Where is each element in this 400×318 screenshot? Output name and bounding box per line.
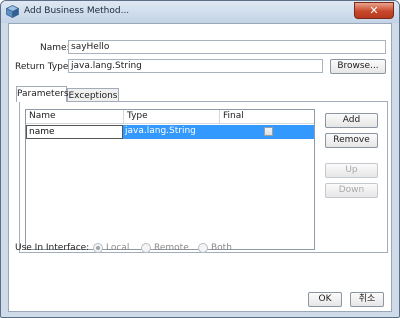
down-button[interactable]: Down [325, 183, 378, 198]
app-icon [6, 5, 19, 18]
dialog-body: Name: sayHello Return Type: java.lang.St… [8, 23, 392, 312]
remove-button[interactable]: Remove [325, 133, 378, 148]
tab-parameters[interactable]: Parameters [16, 86, 69, 102]
close-button[interactable]: ✕ [354, 2, 394, 19]
table-row[interactable]: name java.lang.String [26, 125, 314, 139]
name-label: Name: [40, 43, 70, 53]
up-button[interactable]: Up [325, 163, 378, 178]
column-header-name[interactable]: Name [26, 110, 124, 124]
column-header-type[interactable]: Type [124, 110, 220, 124]
title-bar[interactable]: Add Business Method... ✕ [1, 1, 399, 23]
name-field[interactable]: sayHello [68, 40, 386, 54]
radio-both-label: Both [211, 243, 232, 253]
param-type-cell[interactable]: java.lang.String [123, 125, 220, 139]
radio-selected-dot [96, 246, 100, 250]
return-type-field[interactable]: java.lang.String [68, 59, 323, 73]
table-header: Name Type Final [26, 110, 314, 124]
browse-button[interactable]: Browse... [330, 59, 386, 74]
add-button[interactable]: Add [325, 113, 378, 128]
cancel-button[interactable]: 취소 [350, 292, 384, 307]
radio-local[interactable] [93, 243, 103, 253]
dialog-window: Add Business Method... ✕ Name: sayHello … [0, 0, 400, 318]
param-name-editor[interactable]: name [26, 125, 123, 139]
column-header-final[interactable]: Final [220, 110, 314, 124]
window-title: Add Business Method... [24, 6, 130, 16]
ok-button[interactable]: OK [308, 292, 342, 307]
return-type-label: Return Type: [15, 62, 72, 72]
parameters-panel: Name Type Final name java.lang.String Ad… [19, 101, 388, 253]
radio-local-label: Local [106, 243, 130, 253]
radio-remote-label: Remote [154, 243, 189, 253]
final-checkbox[interactable] [264, 127, 273, 136]
use-in-interface-label: Use In Interface: [15, 243, 90, 253]
radio-remote[interactable] [141, 243, 151, 253]
close-icon: ✕ [369, 4, 379, 17]
radio-both[interactable] [198, 243, 208, 253]
parameters-table[interactable]: Name Type Final name java.lang.String [25, 109, 315, 250]
